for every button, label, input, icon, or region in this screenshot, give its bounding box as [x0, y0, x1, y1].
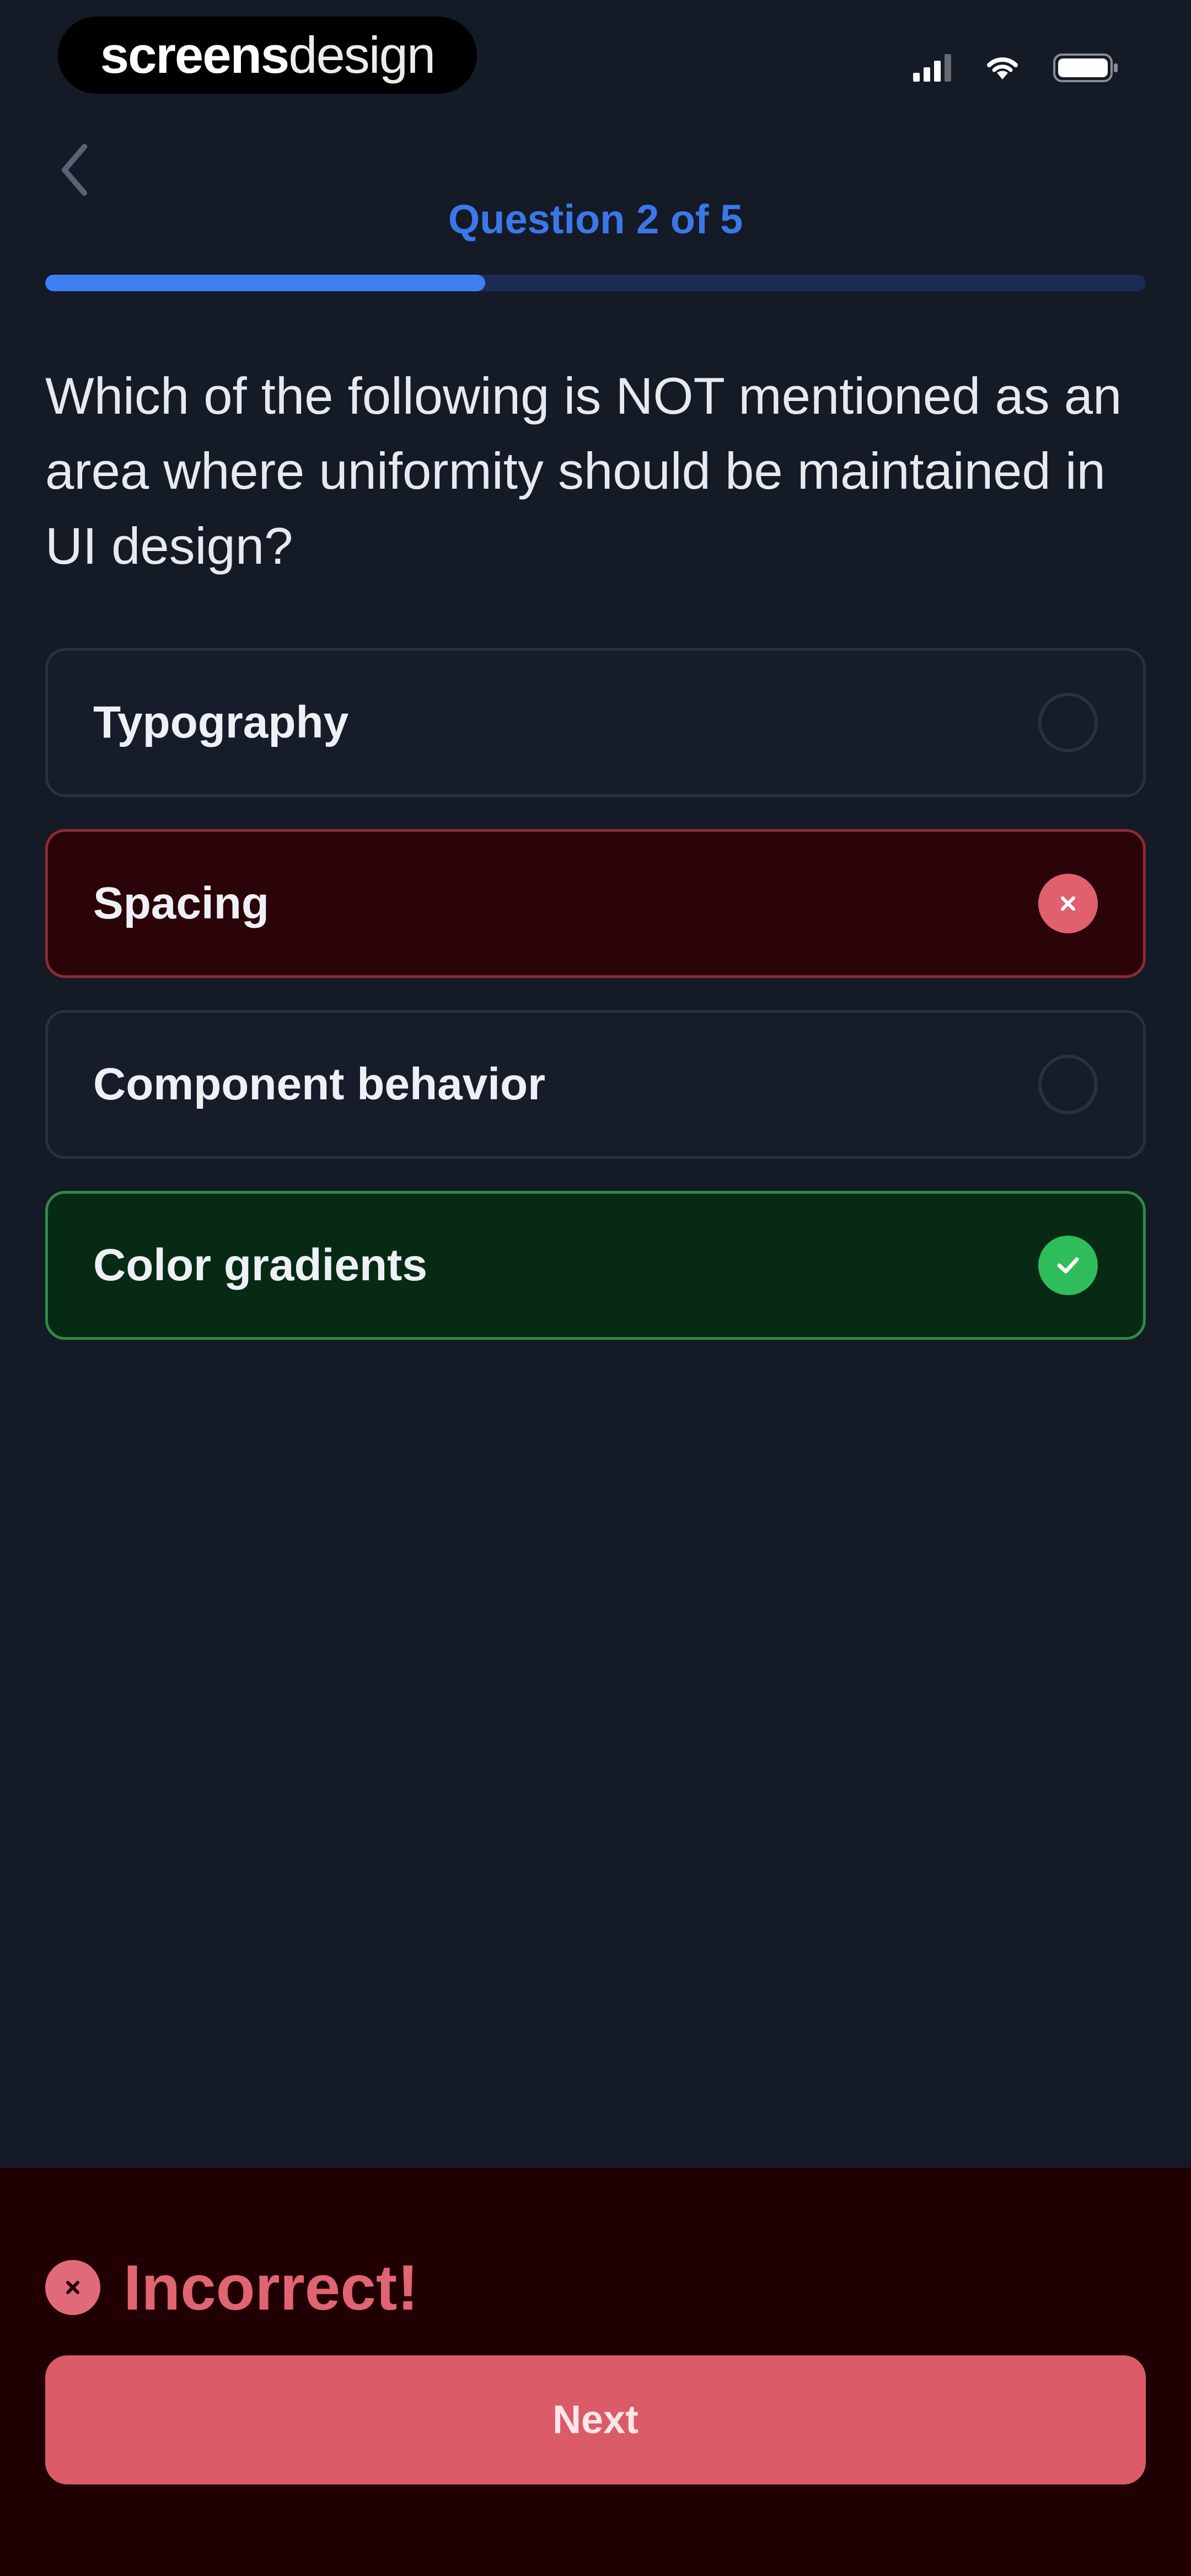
answer-options: Typography Spacing Component behavior Co…	[45, 648, 1146, 1372]
option-typography[interactable]: Typography	[45, 648, 1146, 797]
quiz-screen: screens design Question 2 of 5 Which of …	[0, 0, 1191, 2576]
status-bar: screens design	[0, 0, 1191, 110]
radio-empty-icon	[1038, 1055, 1098, 1114]
option-color-gradients[interactable]: Color gradients	[45, 1191, 1146, 1340]
question-text: Which of the following is NOT mentioned …	[45, 367, 1122, 575]
question-counter: Question 2 of 5	[448, 196, 743, 242]
brand-logo-light: design	[288, 26, 436, 84]
status-icons	[913, 50, 1119, 88]
chevron-left-icon	[58, 142, 91, 200]
progress-bar-fill	[45, 275, 486, 291]
option-spacing[interactable]: Spacing	[45, 829, 1146, 978]
option-label: Spacing	[93, 878, 269, 928]
feedback-sheet: Incorrect! Next	[0, 2168, 1191, 2576]
next-button[interactable]: Next	[45, 2355, 1146, 2484]
signal-icon	[913, 54, 952, 84]
brand-logo: screens design	[58, 17, 477, 94]
x-circle-icon	[1038, 874, 1098, 933]
check-circle-icon	[1038, 1236, 1098, 1295]
option-label: Component behavior	[93, 1059, 546, 1109]
wifi-icon	[985, 54, 1020, 84]
brand-logo-bold: screens	[100, 26, 289, 84]
feedback-text: Incorrect!	[124, 2252, 419, 2323]
option-component-behavior[interactable]: Component behavior	[45, 1010, 1146, 1159]
radio-empty-icon	[1038, 693, 1098, 752]
option-label: Typography	[93, 697, 349, 747]
progress-bar	[45, 275, 1146, 291]
x-circle-icon	[45, 2260, 100, 2315]
option-label: Color gradients	[93, 1240, 427, 1290]
battery-icon	[1053, 52, 1119, 86]
feedback-message: Incorrect!	[45, 2251, 419, 2324]
